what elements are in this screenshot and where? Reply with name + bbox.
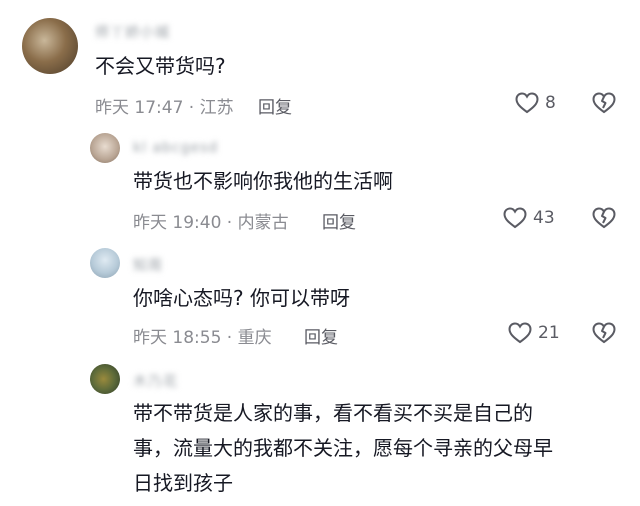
broken-heart-icon[interactable] bbox=[592, 207, 616, 229]
avatar[interactable] bbox=[22, 18, 78, 74]
avatar[interactable] bbox=[90, 248, 120, 278]
username[interactable]: 师丫娇小城 bbox=[95, 22, 195, 41]
like-button[interactable]: 8 bbox=[515, 92, 556, 114]
username[interactable]: 木乃花 bbox=[133, 371, 193, 390]
like-count: 21 bbox=[538, 323, 560, 343]
username[interactable]: 知周 bbox=[133, 255, 173, 274]
like-count: 43 bbox=[533, 208, 555, 228]
comment-meta: 昨天 18:55 · 重庆 bbox=[133, 328, 272, 348]
comment-text: 你啥心态吗? 你可以带呀 bbox=[133, 286, 350, 310]
reply-button[interactable]: 回复 bbox=[258, 93, 292, 118]
comment-text-line: 带不带货是人家的事，看不看买不买是自己的 bbox=[133, 401, 533, 425]
heart-outline-icon bbox=[515, 92, 539, 114]
avatar[interactable] bbox=[90, 133, 120, 163]
heart-outline-icon bbox=[503, 207, 527, 229]
like-button[interactable]: 43 bbox=[503, 207, 555, 229]
like-button[interactable]: 21 bbox=[508, 322, 560, 344]
comment-text: 带货也不影响你我他的生活啊 bbox=[133, 169, 393, 193]
broken-heart-icon[interactable] bbox=[592, 92, 616, 114]
heart-outline-icon bbox=[508, 322, 532, 344]
username[interactable]: kl abcgesd bbox=[133, 140, 243, 156]
comment-text-line: 事，流量大的我都不关注，愿每个寻亲的父母早 bbox=[133, 436, 553, 460]
reply-button[interactable]: 回复 bbox=[304, 323, 338, 348]
comment-text-line: 日找到孩子 bbox=[133, 471, 233, 495]
comment-meta: 昨天 19:40 · 内蒙古 bbox=[133, 213, 289, 233]
broken-heart-icon[interactable] bbox=[592, 322, 616, 344]
comment-meta: 昨天 17:47 · 江苏 bbox=[95, 98, 234, 118]
avatar[interactable] bbox=[90, 364, 120, 394]
like-count: 8 bbox=[545, 93, 556, 113]
reply-button[interactable]: 回复 bbox=[322, 208, 356, 233]
comment-text: 不会又带货吗? bbox=[95, 54, 226, 78]
